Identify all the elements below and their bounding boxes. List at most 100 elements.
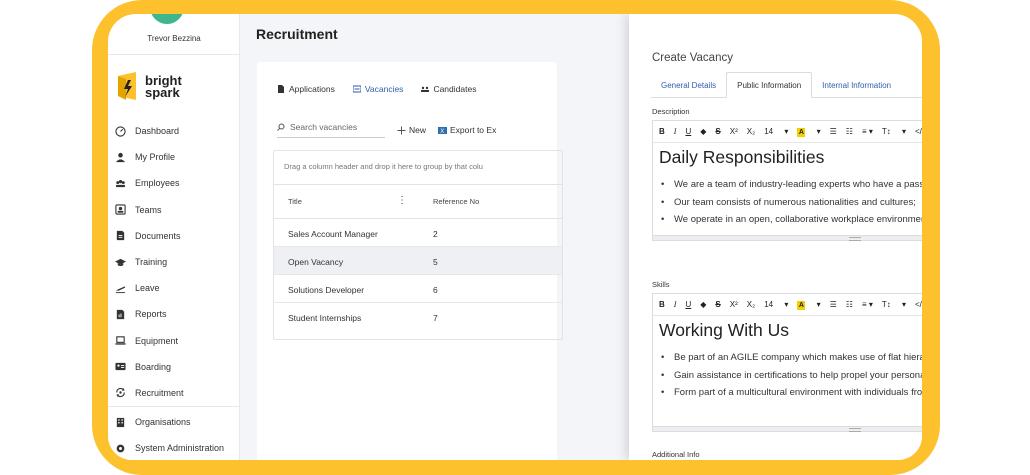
sidebar: Trevor Bezzina bright spark Dashboard My… [108, 14, 240, 460]
bold-icon[interactable]: B [659, 127, 665, 136]
sidebar-item-my-profile[interactable]: My Profile [114, 144, 238, 170]
numbered-list-icon[interactable]: ☷ [846, 127, 853, 136]
sidebar-item-dashboard[interactable]: Dashboard [114, 118, 238, 144]
italic-icon[interactable]: I [674, 127, 677, 136]
subscript-icon[interactable]: X₂ [747, 300, 755, 309]
sidebar-item-reports[interactable]: Reports [114, 301, 238, 327]
eraser-icon[interactable]: ◆ [700, 300, 706, 309]
laptop-icon [114, 335, 126, 347]
subscript-icon[interactable]: X₂ [747, 127, 755, 136]
recruitment-card: Applications Vacancies Candidates Search… [257, 62, 563, 460]
cell-title: Student Internships [288, 313, 362, 323]
sidebar-item-label: My Profile [135, 152, 176, 163]
text-type-icon[interactable]: T↕ ▾ [882, 127, 906, 136]
sidebar-item-label: Employees [135, 178, 180, 189]
editor-resize-handle[interactable] [653, 426, 922, 432]
avatar[interactable] [150, 14, 184, 24]
building-icon [114, 416, 126, 428]
brand-logo[interactable]: bright spark [114, 70, 182, 104]
cell-title: Open Vacancy [288, 257, 344, 267]
bullet-list-icon[interactable]: ☰ [830, 127, 837, 136]
superscript-icon[interactable]: X² [730, 127, 738, 136]
sidebar-item-recruitment[interactable]: Recruitment [114, 380, 238, 406]
sidebar-item-label: Documents [135, 230, 181, 241]
users-icon [421, 86, 430, 92]
search-input[interactable]: Search vacancies [277, 122, 385, 138]
search-placeholder: Search vacancies [290, 122, 358, 132]
column-header-reference-no[interactable]: Reference No [433, 197, 479, 206]
editor-resize-handle[interactable] [653, 235, 922, 241]
description-label: Description [652, 107, 690, 116]
tab-applications[interactable]: Applications [277, 84, 335, 94]
table-row[interactable]: Student Internships 7 [274, 303, 562, 331]
bold-icon[interactable]: B [659, 300, 665, 309]
italic-icon[interactable]: I [674, 300, 677, 309]
skills-editor[interactable]: B I U ◆ S X² X₂ 14 ▾ A ▾ ☰ ☷ ≡ ▾ T↕ ▾ </… [652, 293, 922, 432]
sidebar-item-teams[interactable]: Teams [114, 197, 238, 223]
highlight-color-icon[interactable]: A ▾ [797, 127, 821, 137]
align-icon[interactable]: ≡ ▾ [862, 127, 873, 136]
bullet-list-icon[interactable]: ☰ [830, 300, 837, 309]
superscript-icon[interactable]: X² [730, 300, 738, 309]
list-item: Gain assistance in certifications to hel… [659, 367, 922, 385]
editor-toolbar: B I U ◆ S X² X₂ 14 ▾ A ▾ ☰ ☷ ≡ ▾ T↕ ▾ </… [653, 121, 922, 143]
cell-reference: 2 [433, 229, 438, 239]
sidebar-admin-menu: Organisations System Administration [114, 409, 238, 460]
font-size-select[interactable]: 14 ▾ [764, 300, 788, 309]
tab-label: Applications [289, 84, 335, 94]
sidebar-item-organisations[interactable]: Organisations [114, 409, 238, 435]
description-editor[interactable]: B I U ◆ S X² X₂ 14 ▾ A ▾ ☰ ☷ ≡ ▾ T↕ ▾ </… [652, 120, 922, 241]
text-type-icon[interactable]: T↕ ▾ [882, 300, 906, 309]
font-size-select[interactable]: 14 ▾ [764, 127, 788, 136]
export-button[interactable]: X Export to Ex [438, 125, 496, 135]
text-type-value: T↕ [881, 300, 891, 309]
editor-content[interactable]: Daily Responsibilities We are a team of … [653, 143, 922, 235]
column-menu-icon[interactable]: ⋮ [397, 195, 407, 206]
editor-toolbar: B I U ◆ S X² X₂ 14 ▾ A ▾ ☰ ☷ ≡ ▾ T↕ ▾ </… [653, 294, 922, 316]
tab-label: Vacancies [364, 84, 404, 94]
grid-header: Title ⋮ Reference No [274, 185, 562, 219]
sidebar-item-boarding[interactable]: Boarding [114, 354, 238, 380]
highlight-color-icon[interactable]: A ▾ [797, 300, 821, 310]
cell-reference: 7 [433, 313, 438, 323]
sidebar-item-system-administration[interactable]: System Administration [114, 435, 238, 460]
table-row[interactable]: Open Vacancy 5 [274, 247, 562, 275]
new-button[interactable]: New [397, 125, 426, 135]
sidebar-item-documents[interactable]: Documents [114, 223, 238, 249]
sidebar-item-equipment[interactable]: Equipment [114, 328, 238, 354]
table-row[interactable]: Sales Account Manager 2 [274, 219, 562, 247]
code-view-icon[interactable]: </> [915, 127, 922, 136]
skills-heading: Working With Us [659, 320, 789, 340]
sidebar-item-label: Boarding [135, 361, 172, 372]
code-view-icon[interactable]: </> [915, 300, 922, 309]
sidebar-item-label: Recruitment [135, 387, 184, 398]
tab-candidates[interactable]: Candidates [421, 84, 476, 94]
sidebar-item-label: Leave [135, 283, 160, 294]
additional-info-label: Additional Info [652, 450, 700, 459]
tab-internal-information[interactable]: Internal Information [812, 72, 901, 98]
underline-icon[interactable]: U [685, 300, 691, 309]
tab-public-information[interactable]: Public Information [726, 72, 813, 98]
sidebar-item-training[interactable]: Training [114, 249, 238, 275]
sidebar-item-employees[interactable]: Employees [114, 170, 238, 196]
excel-icon: X [438, 126, 448, 135]
tab-vacancies[interactable]: Vacancies [352, 84, 404, 94]
strikethrough-icon[interactable]: S [715, 127, 720, 136]
recruitment-icon [114, 387, 126, 399]
editor-content[interactable]: Working With Us Be part of an AGILE comp… [653, 316, 922, 426]
numbered-list-icon[interactable]: ☷ [846, 300, 853, 309]
tab-general-details[interactable]: General Details [651, 72, 726, 98]
dashboard-icon [114, 125, 126, 137]
table-row[interactable]: Solutions Developer 6 [274, 275, 562, 303]
skills-label: Skills [652, 280, 670, 289]
vacancies-grid: Drag a column header and drop it here to… [273, 150, 563, 340]
cell-title: Solutions Developer [288, 285, 365, 295]
align-icon[interactable]: ≡ ▾ [862, 300, 873, 309]
underline-icon[interactable]: U [685, 127, 691, 136]
eraser-icon[interactable]: ◆ [700, 127, 706, 136]
strikethrough-icon[interactable]: S [715, 300, 720, 309]
sidebar-item-leave[interactable]: Leave [114, 275, 238, 301]
column-header-title[interactable]: Title [288, 197, 302, 206]
id-card-icon [114, 361, 126, 373]
user-icon [114, 151, 126, 163]
